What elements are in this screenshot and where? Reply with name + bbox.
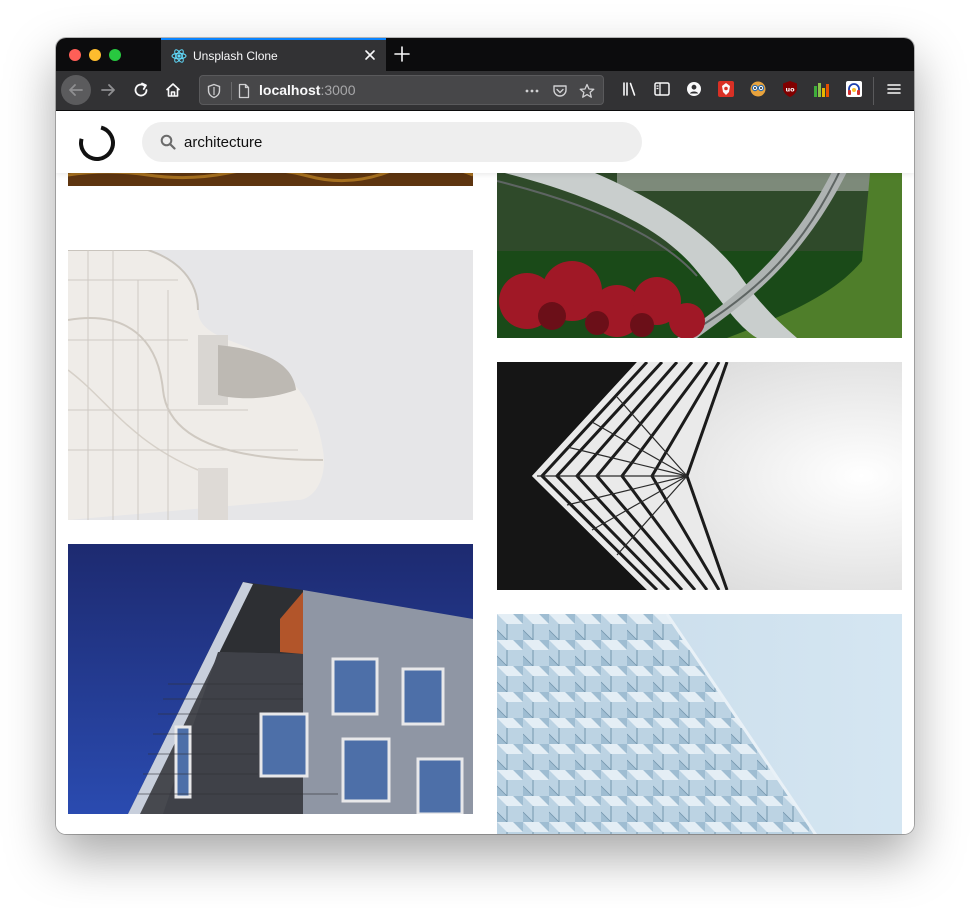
pocket-icon[interactable]	[552, 83, 568, 99]
svg-text:uo: uo	[785, 86, 795, 94]
new-tab-icon[interactable]	[394, 46, 410, 62]
photo-brick-building	[68, 544, 473, 814]
extension-red-icon[interactable]	[717, 80, 735, 98]
ublock-icon[interactable]: uo	[781, 80, 799, 98]
window-close-button[interactable]	[69, 49, 81, 61]
search-input[interactable]	[184, 122, 614, 162]
account-icon[interactable]	[685, 80, 703, 98]
photo-glass-bridge	[497, 151, 902, 338]
home-icon	[165, 83, 181, 97]
react-icon	[171, 49, 187, 63]
url-text[interactable]: localhost:3000	[259, 82, 356, 98]
url-port: :3000	[320, 82, 356, 98]
window-maximize-button[interactable]	[109, 49, 121, 61]
hamburger-menu-icon[interactable]	[885, 80, 903, 98]
forward-button[interactable]	[93, 75, 123, 105]
photo-white-curved-building	[68, 250, 473, 520]
photo-card[interactable]	[497, 614, 902, 834]
window-minimize-button[interactable]	[89, 49, 101, 61]
more-actions-icon[interactable]	[524, 83, 540, 99]
bookmark-star-icon[interactable]	[579, 83, 595, 99]
photo-card[interactable]	[68, 250, 473, 520]
search-bar[interactable]	[142, 122, 642, 162]
page-icon[interactable]	[236, 83, 252, 99]
photo-card[interactable]	[497, 151, 902, 338]
app-header	[56, 111, 914, 173]
search-icon	[160, 134, 176, 150]
extension-face-icon[interactable]	[749, 80, 767, 98]
tracking-shield-icon[interactable]	[206, 83, 222, 99]
reload-icon	[134, 82, 148, 97]
back-button[interactable]	[61, 75, 91, 105]
close-tab-icon[interactable]	[363, 48, 377, 62]
url-separator	[231, 82, 232, 100]
photo-card[interactable]	[68, 544, 473, 814]
home-button[interactable]	[158, 75, 188, 105]
extension-headphones-icon[interactable]	[845, 80, 863, 98]
tab-strip: Unsplash Clone	[56, 38, 914, 71]
sidebar-icon[interactable]	[653, 80, 671, 98]
app-logo[interactable]	[72, 118, 122, 168]
navigation-toolbar: localhost:3000 uo	[56, 71, 914, 111]
photo-glass-tower	[497, 362, 902, 590]
reload-button[interactable]	[126, 75, 156, 105]
photo-glass-cube-facade	[497, 614, 902, 834]
arrow-left-icon	[69, 84, 83, 96]
url-host: localhost	[259, 82, 321, 98]
equalizer-icon[interactable]	[813, 80, 831, 98]
tab-title: Unsplash Clone	[193, 49, 278, 63]
arrow-right-icon	[101, 84, 115, 96]
browser-window: Unsplash Clone localhost:3000 uo archite…	[56, 38, 914, 834]
browser-tab-active[interactable]: Unsplash Clone	[161, 38, 386, 71]
toolbar-separator	[873, 77, 874, 105]
library-icon[interactable]	[621, 80, 639, 98]
page-content	[56, 111, 914, 834]
url-bar[interactable]: localhost:3000	[199, 75, 604, 105]
photo-card[interactable]	[497, 362, 902, 590]
